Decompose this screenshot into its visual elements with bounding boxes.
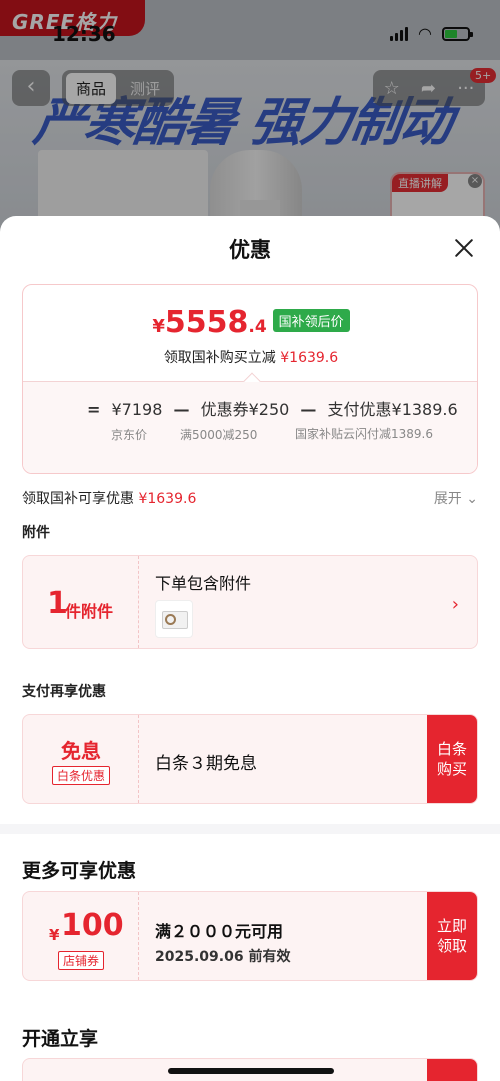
sheet-title: 优惠: [229, 238, 271, 262]
price-subline: 领取国补购买立减 ¥1639.6: [23, 347, 477, 367]
coupon-amount-area: ¥ 100 店铺券: [23, 892, 139, 980]
section-payment-label: 支付再享优惠: [22, 684, 106, 700]
baitiao-buy-button[interactable]: 白条购买: [427, 715, 477, 803]
caption-jd-price: 京东价: [111, 428, 148, 442]
accessory-unit: 件附件: [65, 602, 114, 621]
formula-jd-price: ¥7198: [111, 400, 163, 419]
expand-label: 展开: [433, 491, 462, 507]
section-separator: [0, 824, 500, 834]
gov-subsidy-text: 领取国补可享优惠: [22, 491, 134, 507]
caption-gov-subsidy: 国家补贴云闪付减1389.6: [295, 427, 433, 441]
interest-free-badge-area: 免息 白条优惠: [23, 715, 139, 803]
price-top: ¥5558.4 国补领后价 领取国补购买立减 ¥1639.6: [23, 285, 477, 383]
accessory-title: 下单包含附件: [155, 574, 252, 593]
price-decimal: .4: [248, 317, 267, 337]
close-icon[interactable]: [452, 236, 476, 260]
subsidy-price-tag: 国补领后价: [272, 309, 350, 332]
price-summary-card: ¥5558.4 国补领后价 领取国补购买立减 ¥1639.6 = ¥7198 — …: [22, 284, 478, 474]
next-offer-amount-partial: ·: [75, 1077, 82, 1081]
store-coupon-tag: 店铺券: [57, 951, 104, 970]
accessory-thumbnail: [155, 600, 193, 638]
formula-minus-1: —: [173, 400, 190, 419]
claim-coupon-button[interactable]: 立即领取: [427, 892, 477, 980]
formula-payment: 支付优惠¥1389.6: [327, 400, 458, 419]
section-accessory-label: 附件: [22, 525, 50, 541]
final-price: ¥5558.4 国补领后价: [23, 305, 477, 340]
interest-free-big: 免息: [61, 739, 101, 763]
coupon-condition: 满２０００元可用: [155, 922, 284, 941]
subline-text: 领取国补购买立减: [163, 350, 276, 366]
formula-coupon: 优惠券¥250: [200, 400, 290, 419]
price-breakdown: = ¥7198 — 优惠券¥250 — 支付优惠¥1389.6 京东价 满500…: [23, 382, 477, 473]
home-indicator[interactable]: [168, 1068, 334, 1074]
price-yen: ¥: [152, 316, 165, 337]
formula-minus-2: —: [300, 400, 317, 419]
formula-equals: =: [87, 400, 101, 419]
coupon-yen: ¥: [49, 926, 60, 944]
expand-button[interactable]: 展开 ⌄: [434, 488, 478, 508]
coupon-amount: 100: [61, 908, 124, 943]
coupon-expiry: 2025.09.06 前有效: [155, 949, 291, 965]
interest-free-card[interactable]: 免息 白条优惠 白条３期免息 白条购买: [22, 714, 478, 804]
section-more-offers-title: 更多可享优惠: [22, 860, 137, 882]
accessory-count-area: 1 件附件: [23, 556, 139, 648]
chevron-right-icon: ›: [451, 594, 459, 615]
section-open-enjoy-title: 开通立享: [22, 1028, 99, 1050]
caption-coupon: 满5000减250: [180, 428, 258, 442]
next-offer-button[interactable]: [427, 1059, 477, 1081]
baitiao-tag: 白条优惠: [51, 766, 110, 785]
subline-amount: ¥1639.6: [280, 350, 339, 366]
discount-sheet: 优惠 ¥5558.4 国补领后价 领取国补购买立减 ¥1639.6 = ¥7198…: [0, 216, 500, 1081]
gov-subsidy-row[interactable]: 领取国补可享优惠 ¥1639.6 展开 ⌄: [22, 488, 478, 508]
gov-subsidy-amount: ¥1639.6: [138, 491, 197, 507]
store-coupon-card[interactable]: ¥ 100 店铺券 满２０００元可用 2025.09.06 前有效 立即领取: [22, 891, 478, 981]
chevron-down-icon: ⌄: [466, 491, 478, 507]
price-formula: = ¥7198 — 优惠券¥250 — 支付优惠¥1389.6: [81, 396, 458, 420]
price-integer: 5558: [164, 305, 249, 340]
interest-free-title: 白条３期免息: [155, 754, 257, 774]
accessory-card[interactable]: 1 件附件 下单包含附件 ›: [22, 555, 478, 649]
